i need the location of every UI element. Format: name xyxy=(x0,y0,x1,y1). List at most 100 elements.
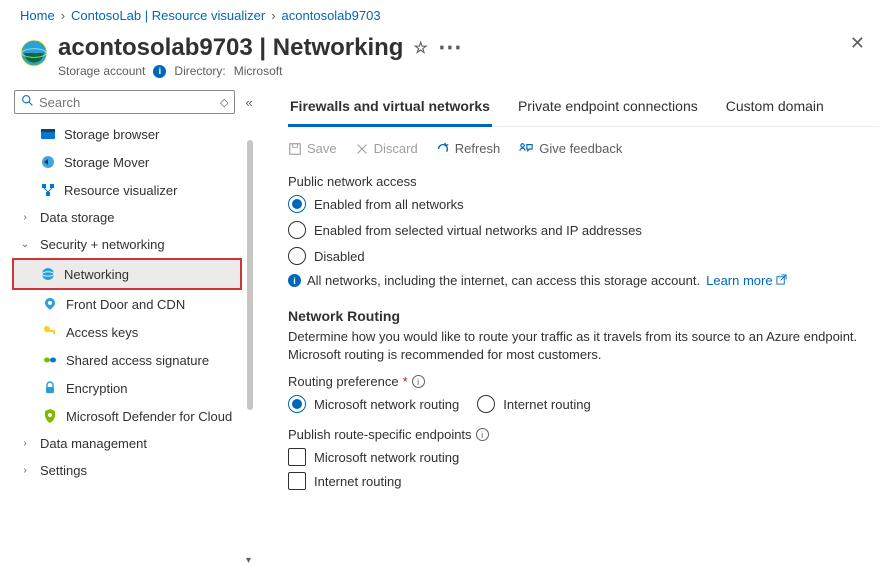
sidebar-scrollbar[interactable]: ▾ xyxy=(246,120,254,566)
radio-disabled[interactable]: Disabled xyxy=(288,247,879,265)
sidebar-item-label: Access keys xyxy=(66,325,138,340)
radio-icon xyxy=(477,395,495,413)
routing-pref-label: Routing preference xyxy=(288,374,399,389)
chevron-right-icon: › xyxy=(271,8,275,23)
radio-ms-routing[interactable]: Microsoft network routing xyxy=(288,395,459,413)
refresh-button[interactable]: Refresh xyxy=(436,141,501,156)
lock-icon xyxy=(42,380,58,396)
key-icon xyxy=(42,324,58,340)
sidebar-item-security-networking[interactable]: ⌄ Security + networking xyxy=(14,231,250,258)
radio-label: Disabled xyxy=(314,249,365,264)
sidebar-item-label: Encryption xyxy=(66,381,127,396)
sidebar-item-storage-mover[interactable]: Storage Mover xyxy=(14,148,250,176)
chevron-right-icon: › xyxy=(18,438,32,449)
routing-description: Determine how you would like to route yo… xyxy=(288,328,879,364)
radio-internet-routing[interactable]: Internet routing xyxy=(477,395,590,413)
main-panel: Firewalls and virtual networks Private e… xyxy=(250,90,891,566)
checkbox-label: Microsoft network routing xyxy=(314,450,459,465)
link-label: Learn more xyxy=(706,273,772,288)
public-access-label: Public network access xyxy=(288,174,879,189)
learn-more-link[interactable]: Learn more xyxy=(706,273,786,288)
storage-mover-icon xyxy=(40,154,56,170)
front-door-icon xyxy=(42,296,58,312)
sidebar-item-resource-visualizer[interactable]: Resource visualizer xyxy=(14,176,250,204)
sidebar-item-settings[interactable]: › Settings xyxy=(14,457,250,484)
public-access-info: All networks, including the internet, ca… xyxy=(307,273,700,288)
chevron-down-icon: ⌄ xyxy=(18,239,32,250)
radio-label: Internet routing xyxy=(503,397,590,412)
sidebar-item-data-management[interactable]: › Data management xyxy=(14,430,250,457)
toolbar-label: Save xyxy=(307,141,337,156)
sas-icon xyxy=(42,352,58,368)
toolbar: Save Discard Refresh Give feedback xyxy=(288,141,879,156)
sidebar-item-label: Storage Mover xyxy=(64,155,149,170)
chevron-right-icon: › xyxy=(18,465,32,476)
sidebar-item-label: Security + networking xyxy=(40,237,165,252)
required-indicator: * xyxy=(403,374,408,389)
networking-icon xyxy=(40,266,56,282)
sidebar-item-label: Shared access signature xyxy=(66,353,209,368)
sidebar-item-sas[interactable]: Shared access signature xyxy=(14,346,250,374)
sidebar-item-label: Data management xyxy=(40,436,147,451)
directory-value: Microsoft xyxy=(234,64,283,78)
radio-label: Microsoft network routing xyxy=(314,397,459,412)
more-menu-icon[interactable]: ⋯ xyxy=(438,33,463,62)
sidebar-item-defender[interactable]: Microsoft Defender for Cloud xyxy=(14,402,250,430)
directory-label: Directory: xyxy=(174,64,225,78)
sidebar-item-encryption[interactable]: Encryption xyxy=(14,374,250,402)
collapse-sidebar-icon[interactable]: « xyxy=(241,93,256,112)
checkbox-ms-routing[interactable]: Microsoft network routing xyxy=(288,448,879,466)
favorite-star-icon[interactable]: ☆ xyxy=(413,38,427,58)
radio-selected-networks[interactable]: Enabled from selected virtual networks a… xyxy=(288,221,879,239)
checkbox-internet-routing[interactable]: Internet routing xyxy=(288,472,879,490)
radio-icon xyxy=(288,221,306,239)
sidebar-item-access-keys[interactable]: Access keys xyxy=(14,318,250,346)
chevron-right-icon: › xyxy=(18,212,32,223)
resource-type-label: Storage account xyxy=(58,64,145,78)
sidebar-item-storage-browser[interactable]: Storage browser xyxy=(14,120,250,148)
radio-label: Enabled from selected virtual networks a… xyxy=(314,223,642,238)
chevron-right-icon: › xyxy=(61,8,65,23)
tab-firewalls[interactable]: Firewalls and virtual networks xyxy=(288,90,492,127)
radio-all-networks[interactable]: Enabled from all networks xyxy=(288,195,879,213)
save-button[interactable]: Save xyxy=(288,141,337,156)
info-tooltip-icon[interactable]: i xyxy=(476,428,489,441)
sort-icon[interactable]: ◇ xyxy=(220,96,228,109)
toolbar-label: Discard xyxy=(374,141,418,156)
breadcrumb-home[interactable]: Home xyxy=(20,8,55,23)
sidebar: ◇ « Storage browser Storage Mover Resour… xyxy=(0,90,250,566)
search-input[interactable] xyxy=(39,95,215,110)
radio-label: Enabled from all networks xyxy=(314,197,464,212)
radio-icon xyxy=(288,247,306,265)
routing-heading: Network Routing xyxy=(288,308,879,324)
sidebar-item-label: Storage browser xyxy=(64,127,159,142)
search-input-wrapper[interactable]: ◇ xyxy=(14,90,235,114)
discard-button[interactable]: Discard xyxy=(355,141,418,156)
close-icon[interactable]: ✕ xyxy=(844,33,871,54)
tab-custom-domain[interactable]: Custom domain xyxy=(724,90,826,126)
info-tooltip-icon[interactable]: i xyxy=(412,375,425,388)
info-icon[interactable]: i xyxy=(153,65,166,78)
storage-browser-icon xyxy=(40,126,56,142)
scrollbar-thumb[interactable] xyxy=(247,140,253,410)
breadcrumb-group[interactable]: ContosoLab | Resource visualizer xyxy=(71,8,265,23)
storage-account-icon xyxy=(20,39,48,67)
sidebar-item-label: Settings xyxy=(40,463,87,478)
feedback-button[interactable]: Give feedback xyxy=(518,141,622,156)
sidebar-item-label: Networking xyxy=(64,267,129,282)
scroll-down-icon[interactable]: ▾ xyxy=(246,555,251,566)
checkbox-icon xyxy=(288,448,306,466)
sidebar-item-networking[interactable]: Networking xyxy=(12,258,242,290)
sidebar-item-label: Resource visualizer xyxy=(64,183,177,198)
shield-icon xyxy=(42,408,58,424)
tab-bar: Firewalls and virtual networks Private e… xyxy=(288,90,879,127)
breadcrumb: Home › ContosoLab | Resource visualizer … xyxy=(0,0,891,27)
sidebar-item-label: Front Door and CDN xyxy=(66,297,185,312)
sidebar-item-front-door[interactable]: Front Door and CDN xyxy=(14,290,250,318)
breadcrumb-resource[interactable]: acontosolab9703 xyxy=(282,8,381,23)
search-icon xyxy=(21,94,34,110)
resource-visualizer-icon xyxy=(40,182,56,198)
sidebar-item-data-storage[interactable]: ›Data storage xyxy=(14,204,250,231)
tab-private-endpoints[interactable]: Private endpoint connections xyxy=(516,90,700,126)
external-link-icon xyxy=(776,273,787,288)
